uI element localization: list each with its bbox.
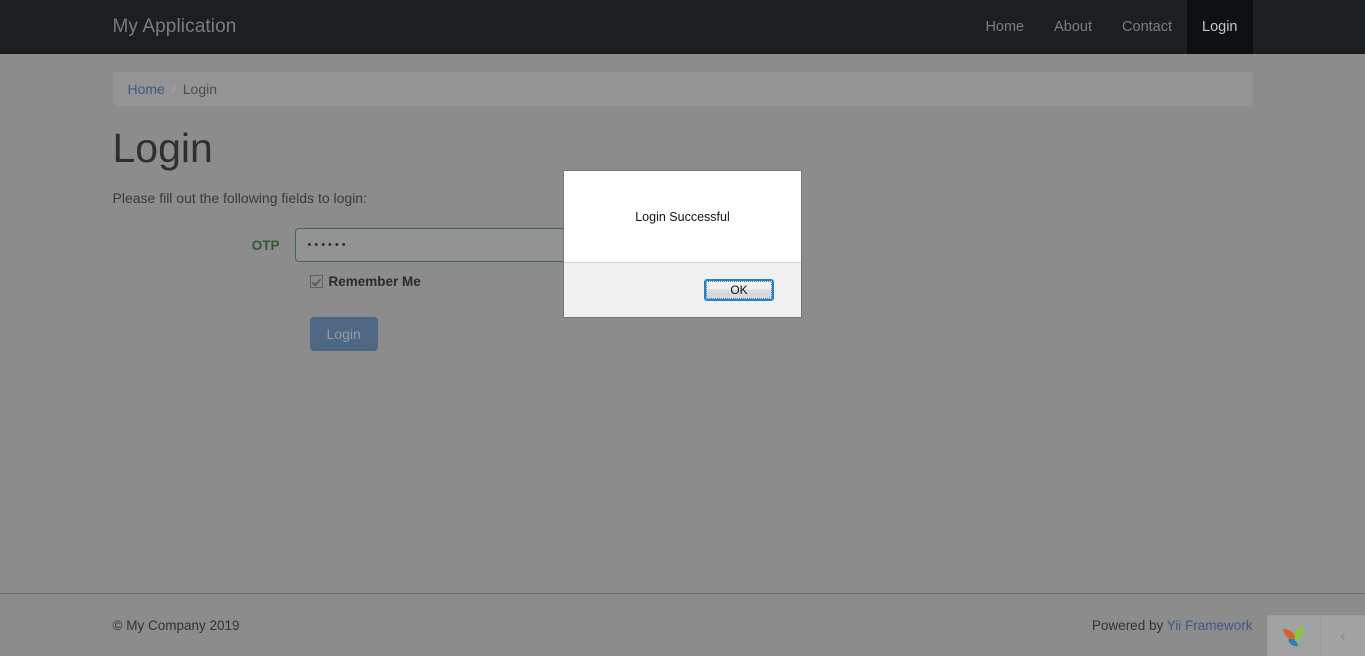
footer-powered-by: Powered by Yii Framework: [1092, 618, 1253, 633]
submit-row: Login: [309, 317, 1253, 352]
alert-ok-button[interactable]: OK: [704, 279, 774, 301]
alert-dialog: Login Successful OK: [563, 170, 802, 318]
nav-link-login[interactable]: Login: [1187, 0, 1253, 54]
navbar: My Application Home About Contact Login: [0, 0, 1365, 54]
breadcrumb-separator: /: [171, 81, 176, 97]
footer: © My Company 2019 Powered by Yii Framewo…: [0, 593, 1365, 656]
nav-link-contact[interactable]: Contact: [1107, 0, 1187, 54]
nav-item-home[interactable]: Home: [970, 0, 1039, 54]
breadcrumb-current: Login: [182, 81, 218, 97]
breadcrumb-link-home[interactable]: Home: [128, 81, 165, 97]
alert-dialog-footer: OK: [564, 262, 801, 317]
otp-input-value: ••••••: [307, 238, 349, 251]
page-root: My Application Home About Contact Login: [0, 0, 1365, 656]
brand-title[interactable]: My Application: [113, 0, 252, 54]
navbar-inner: My Application Home About Contact Login: [113, 0, 1253, 54]
debug-toolbar-collapse-icon[interactable]: ‹: [1321, 616, 1365, 656]
breadcrumb: Home / Login: [112, 72, 1253, 106]
nav-link-about[interactable]: About: [1039, 0, 1107, 54]
nav-item-about[interactable]: About: [1039, 0, 1107, 54]
footer-inner: © My Company 2019 Powered by Yii Framewo…: [113, 594, 1253, 656]
remember-me-label: Remember Me: [328, 274, 421, 290]
nav-link-home[interactable]: Home: [970, 0, 1039, 54]
login-button[interactable]: Login: [309, 317, 378, 352]
debug-toolbar: ‹: [1267, 615, 1365, 656]
alert-dialog-body: Login Successful: [564, 171, 801, 262]
otp-label: OTP: [251, 237, 280, 253]
powered-by-text: Powered by: [1091, 617, 1164, 633]
yii-framework-link[interactable]: Yii Framework: [1167, 618, 1253, 633]
alert-dialog-message: Login Successful: [635, 209, 730, 224]
nav-item-contact[interactable]: Contact: [1107, 0, 1187, 54]
page-title: Login: [112, 125, 213, 171]
footer-copyright: © My Company 2019: [112, 617, 240, 633]
remember-me-checkbox[interactable]: [309, 275, 323, 289]
yii-logo-icon[interactable]: [1268, 616, 1321, 656]
nav-item-login[interactable]: Login: [1187, 0, 1253, 54]
nav-links: Home About Contact Login: [970, 0, 1253, 54]
